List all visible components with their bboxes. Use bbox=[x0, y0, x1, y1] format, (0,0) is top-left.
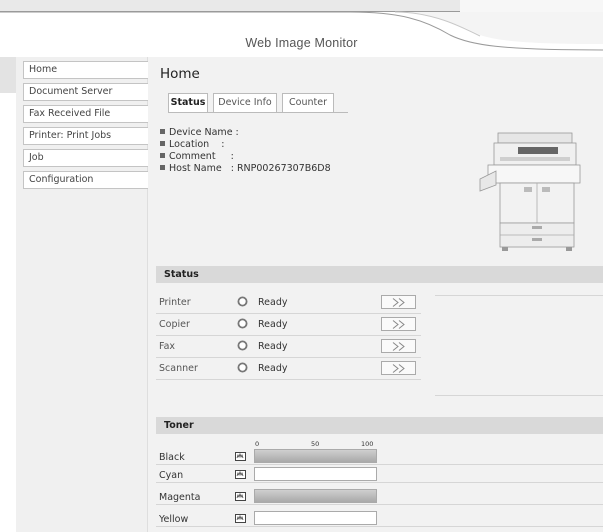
toner-level-bar bbox=[254, 489, 377, 503]
toner-row-cyan: Cyan bbox=[156, 465, 603, 483]
info-host-name-text: Host Name : RNP00267307B6D8 bbox=[169, 163, 331, 174]
left-tab-marker bbox=[0, 57, 16, 93]
bullet-icon bbox=[160, 129, 165, 134]
toner-cartridge-icon bbox=[235, 452, 246, 461]
toner-row-yellow: Yellow bbox=[156, 509, 603, 527]
toner-label: Yellow bbox=[159, 514, 189, 525]
status-section-header: Status bbox=[156, 266, 603, 283]
sidebar-item-job[interactable]: Job bbox=[23, 149, 159, 167]
toner-level-fill bbox=[255, 450, 376, 462]
sidebar-item-document-server[interactable]: Document Server bbox=[23, 83, 159, 101]
sidebar-item-fax-received-file[interactable]: Fax Received File bbox=[23, 105, 159, 123]
left-gutter bbox=[0, 93, 16, 532]
main-content: Home Status Device Info Counter Device N… bbox=[148, 57, 603, 532]
status-label: Copier bbox=[159, 319, 190, 330]
status-label: Printer bbox=[159, 297, 191, 308]
status-row-fax: Fax Ready bbox=[156, 336, 421, 358]
tab-device-info[interactable]: Device Info bbox=[213, 93, 277, 113]
printer-device-image bbox=[479, 132, 581, 251]
toner-level-bar bbox=[254, 467, 377, 481]
status-value: Ready bbox=[258, 341, 288, 352]
toner-row-magenta: Magenta bbox=[156, 487, 603, 505]
info-host-name: Host Name : RNP00267307B6D8 bbox=[160, 163, 331, 174]
info-location: Location : bbox=[160, 139, 224, 150]
toner-section-header: Toner bbox=[156, 417, 603, 434]
sidebar-item-configuration[interactable]: Configuration bbox=[23, 171, 159, 189]
ready-circle-icon bbox=[237, 362, 248, 373]
status-row-scanner: Scanner Ready bbox=[156, 358, 421, 380]
sidebar-item-home[interactable]: Home bbox=[23, 61, 159, 79]
tab-counter[interactable]: Counter bbox=[282, 93, 334, 113]
bullet-icon bbox=[160, 141, 165, 146]
toner-cartridge-icon bbox=[235, 470, 246, 479]
status-label: Fax bbox=[159, 341, 176, 352]
tab-underline bbox=[168, 112, 348, 113]
toner-row-black: Black bbox=[156, 447, 603, 465]
ready-circle-icon bbox=[237, 296, 248, 307]
status-row-copier: Copier Ready bbox=[156, 314, 421, 336]
info-device-name: Device Name : bbox=[160, 127, 239, 138]
toner-label: Cyan bbox=[159, 470, 184, 481]
header: Web Image Monitor bbox=[0, 0, 603, 57]
page-title: Home bbox=[160, 66, 200, 82]
toner-cartridge-icon bbox=[235, 514, 246, 523]
app-title: Web Image Monitor bbox=[245, 36, 358, 50]
tab-status[interactable]: Status bbox=[168, 93, 208, 113]
status-divider bbox=[435, 295, 603, 296]
sidebar: Home Document Server Fax Received File P… bbox=[16, 57, 159, 532]
info-comment: Comment : bbox=[160, 151, 234, 162]
status-value: Ready bbox=[258, 319, 288, 330]
scanner-details-button[interactable] bbox=[381, 361, 416, 375]
toner-level-bar bbox=[254, 449, 377, 463]
info-comment-text: Comment : bbox=[169, 151, 234, 162]
status-row-printer: Printer Ready bbox=[156, 292, 421, 314]
double-chevron-right-icon bbox=[392, 298, 405, 307]
toner-cartridge-icon bbox=[235, 492, 246, 501]
status-value: Ready bbox=[258, 363, 288, 374]
status-divider bbox=[435, 395, 603, 396]
toner-label: Black bbox=[159, 452, 185, 463]
double-chevron-right-icon bbox=[392, 342, 405, 351]
printer-details-button[interactable] bbox=[381, 295, 416, 309]
fax-details-button[interactable] bbox=[381, 339, 416, 353]
toner-level-fill bbox=[255, 490, 376, 502]
info-location-text: Location : bbox=[169, 139, 225, 150]
info-device-name-text: Device Name : bbox=[169, 127, 239, 138]
status-value: Ready bbox=[258, 297, 288, 308]
double-chevron-right-icon bbox=[392, 320, 405, 329]
copier-details-button[interactable] bbox=[381, 317, 416, 331]
ready-circle-icon bbox=[237, 340, 248, 351]
toner-level-bar bbox=[254, 511, 377, 525]
status-label: Scanner bbox=[159, 363, 198, 374]
bullet-icon bbox=[160, 165, 165, 170]
ready-circle-icon bbox=[237, 318, 248, 329]
web-image-monitor-page: Web Image Monitor Home Document Server F… bbox=[0, 0, 603, 532]
sidebar-item-printer-print-jobs[interactable]: Printer: Print Jobs bbox=[23, 127, 159, 145]
bullet-icon bbox=[160, 153, 165, 158]
toner-label: Magenta bbox=[159, 492, 201, 503]
double-chevron-right-icon bbox=[392, 364, 405, 373]
